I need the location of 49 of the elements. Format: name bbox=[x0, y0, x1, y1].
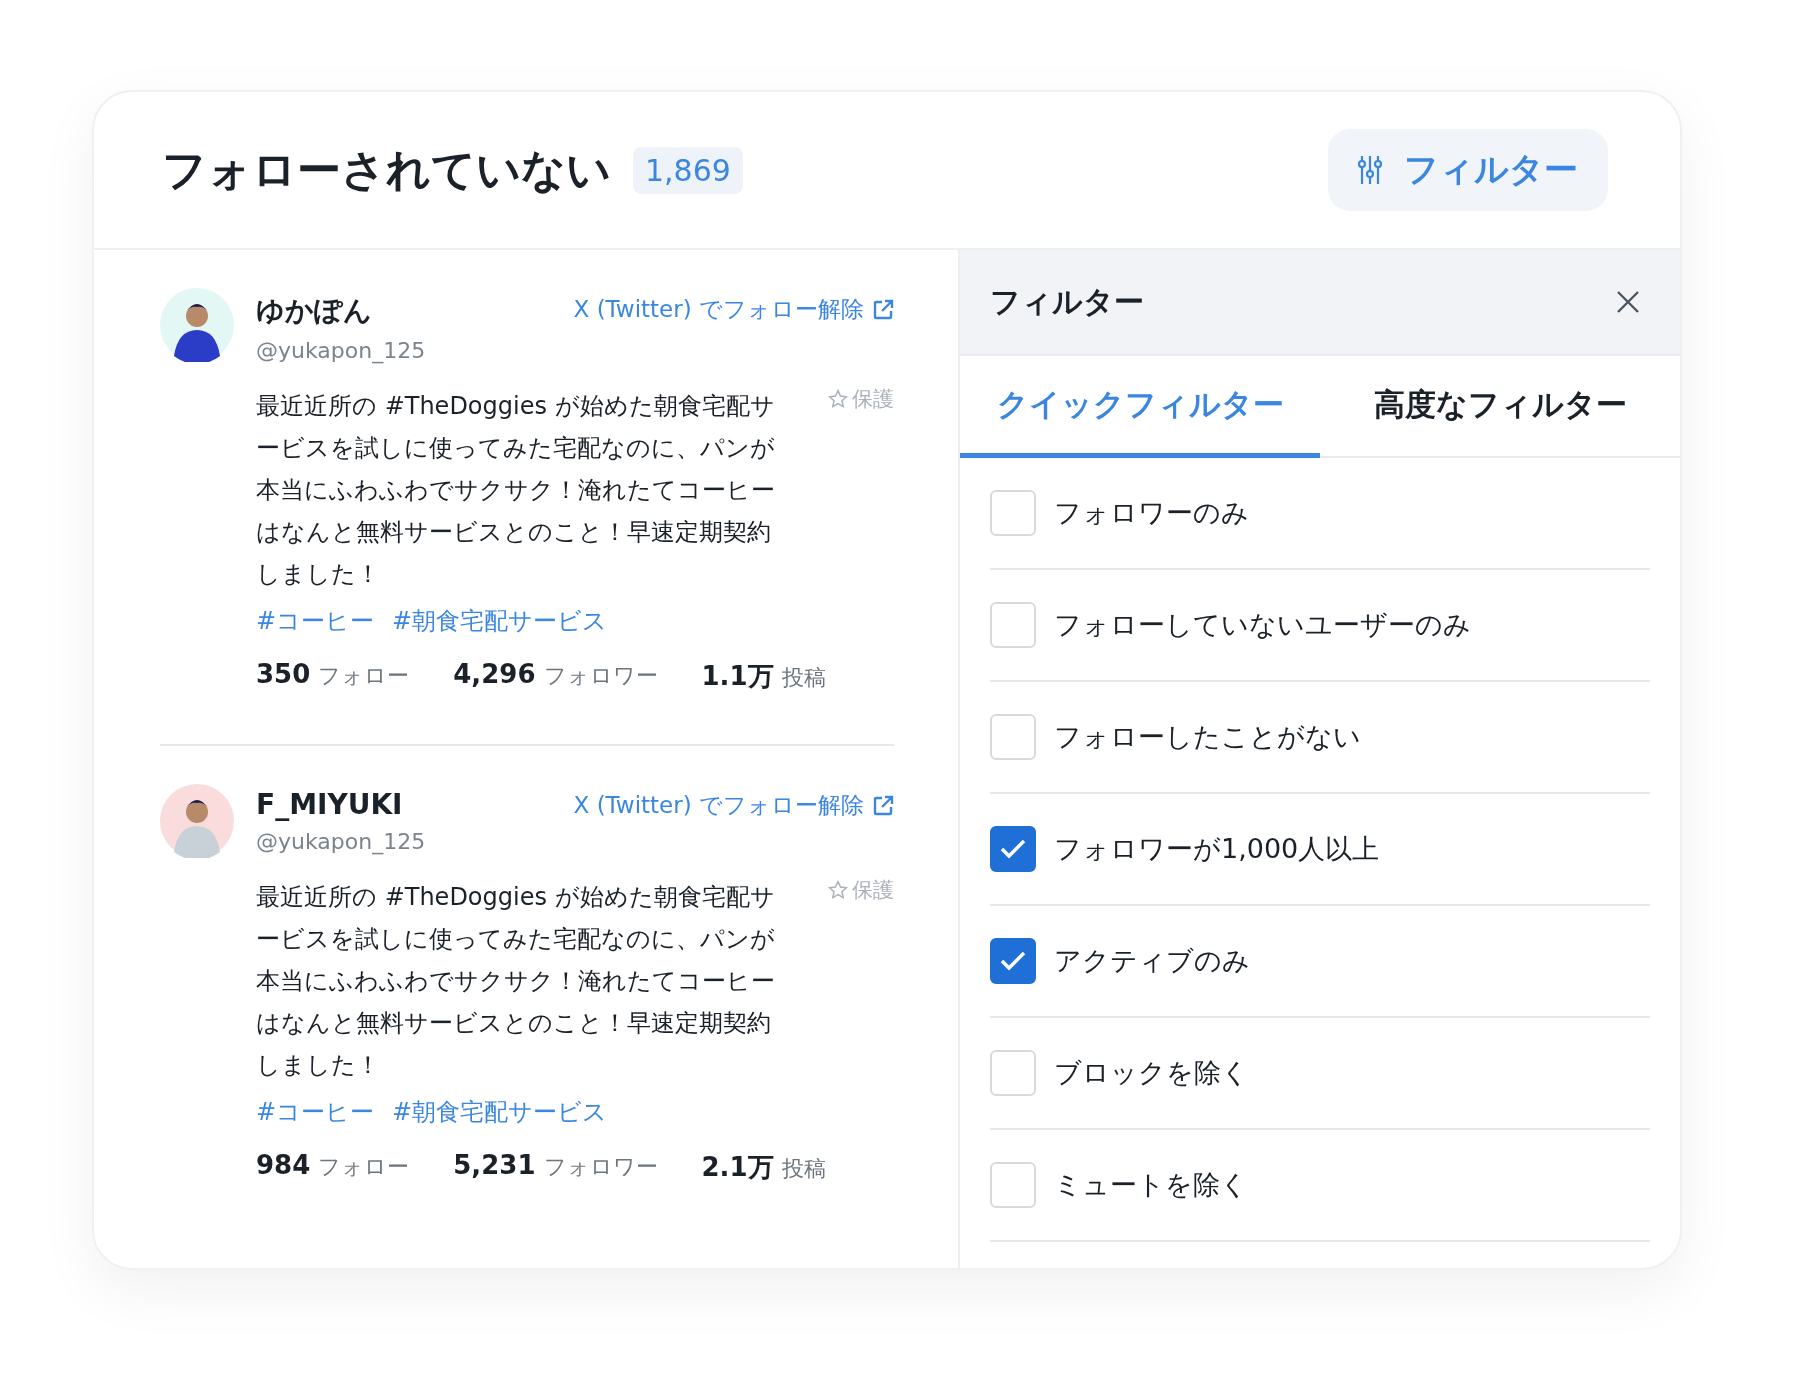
stat-value: 984 bbox=[256, 1150, 311, 1180]
protect-button[interactable]: 保護 bbox=[828, 876, 894, 904]
stat-value: 350 bbox=[256, 659, 311, 689]
close-icon bbox=[1616, 290, 1640, 314]
tab[interactable]: 高度なフィルター bbox=[1320, 356, 1680, 458]
user-handle: @yukapon_125 bbox=[256, 338, 426, 363]
star-icon bbox=[828, 389, 848, 409]
external-link-icon bbox=[872, 298, 894, 321]
hashtag-link[interactable]: #朝食宅配サービス bbox=[392, 605, 608, 637]
tab[interactable]: クイックフィルター bbox=[960, 356, 1320, 458]
stat-value: 1.1万 bbox=[701, 660, 774, 693]
unfollow-link[interactable]: X (Twitter) でフォロー解除 bbox=[573, 294, 894, 325]
filter-button[interactable]: フィルター bbox=[1328, 129, 1608, 211]
unfollow-link[interactable]: X (Twitter) でフォロー解除 bbox=[573, 790, 894, 821]
user-name: ゆかぽん bbox=[256, 293, 373, 329]
stat-label: フォロワー bbox=[543, 1153, 658, 1181]
stat-label: フォロー bbox=[318, 662, 410, 690]
option-label: ブロックを除く bbox=[1054, 1056, 1249, 1090]
star-icon bbox=[828, 880, 848, 900]
check-icon bbox=[999, 950, 1027, 972]
sliders-icon bbox=[1358, 155, 1382, 185]
check-icon bbox=[999, 838, 1027, 860]
option-label: フォロワーのみ bbox=[1054, 496, 1249, 530]
post-text: 最近近所の #TheDoggies が始めた朝食宅配サービスを試しに使ってみた宅配なのに、パンが本当にふわふわでサクサク！淹れたてコーヒーはなんと無料サービスとのこと！早速定期契約しました！ bbox=[256, 391, 776, 590]
stat-label: 投稿 bbox=[781, 1155, 826, 1183]
panel-title: フィルター bbox=[990, 282, 1144, 321]
protect-button[interactable]: 保護 bbox=[828, 385, 894, 413]
option-label: フォローしたことがない bbox=[1054, 720, 1361, 754]
option-label: アクティブのみ bbox=[1054, 944, 1250, 978]
checkbox[interactable] bbox=[990, 826, 1036, 872]
stat-value: 5,231 bbox=[453, 1150, 536, 1180]
checkbox[interactable] bbox=[990, 938, 1036, 984]
option-label: ミュートを除く bbox=[1054, 1168, 1248, 1202]
hashtag-link[interactable]: #朝食宅配サービス bbox=[392, 1096, 608, 1128]
page-title: フォローされていない bbox=[162, 142, 611, 197]
hashtag-link[interactable]: #コーヒー bbox=[256, 605, 375, 637]
stat-label: フォロー bbox=[318, 1153, 410, 1181]
count-badge: 1,869 bbox=[633, 146, 743, 194]
option-label: フォロワーが1,000人以上 bbox=[1054, 832, 1380, 866]
stat-label: フォロワー bbox=[543, 662, 658, 690]
hashtag-link[interactable]: #コーヒー bbox=[256, 1096, 375, 1128]
user-name: F_MIYUKI bbox=[256, 788, 404, 821]
user-handle: @yukapon_125 bbox=[256, 829, 426, 854]
option-label: フォローしていないユーザーのみ bbox=[1054, 608, 1471, 642]
external-link-icon bbox=[872, 794, 894, 817]
post-text: 最近近所の #TheDoggies が始めた朝食宅配サービスを試しに使ってみた宅配なのに、パンが本当にふわふわでサクサク！淹れたてコーヒーはなんと無料サービスとのこと！早速定期契約しました！ bbox=[256, 882, 776, 1081]
stat-value: 4,296 bbox=[453, 659, 536, 689]
stat-value: 2.1万 bbox=[701, 1151, 774, 1184]
stat-label: 投稿 bbox=[781, 664, 826, 692]
